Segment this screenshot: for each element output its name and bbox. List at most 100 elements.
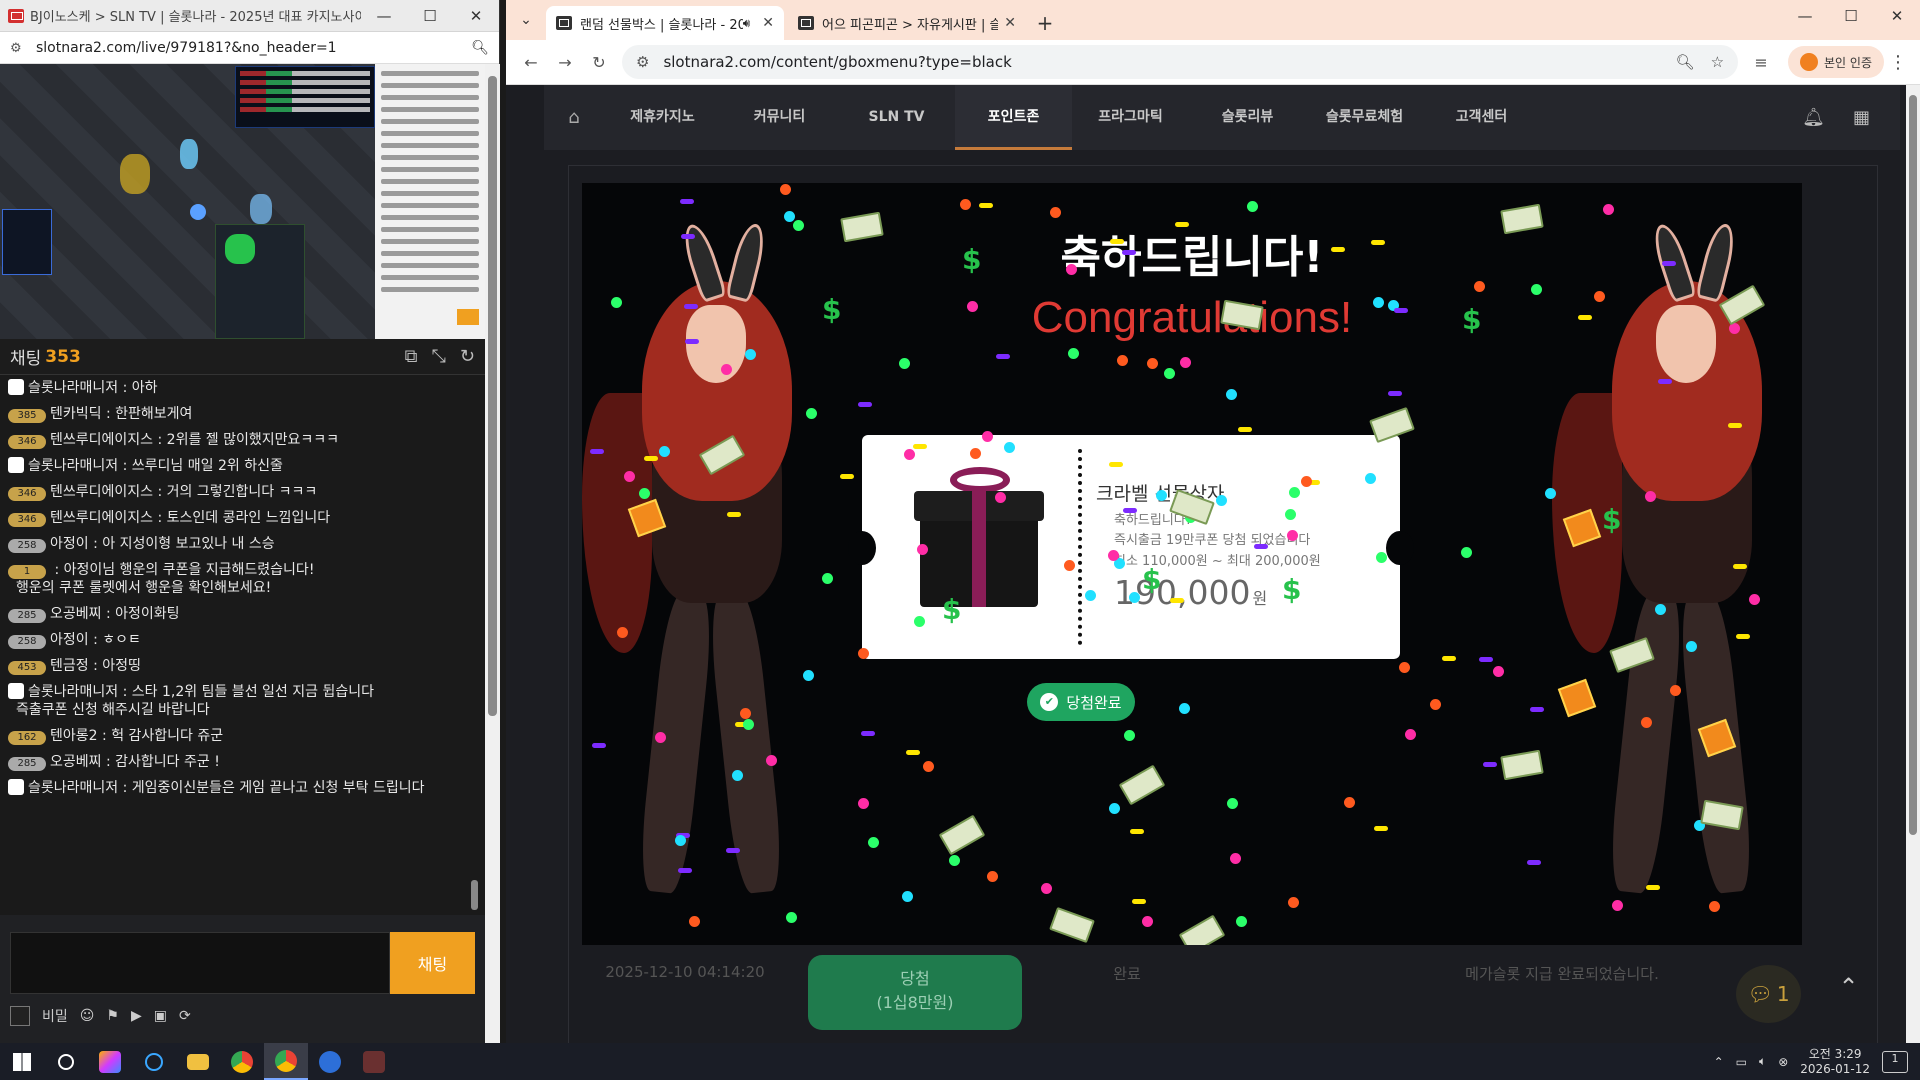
remote-app-icon[interactable] [308, 1043, 352, 1080]
chat-nick[interactable]: 오공베찌 [50, 606, 102, 622]
tab-free-board[interactable]: 어으 피곤피곤 > 자유게시판 | 슬롯나라... ✕ [788, 6, 1026, 40]
bookmark-star-icon[interactable]: ☆ [1711, 53, 1724, 71]
site-info-icon[interactable]: ⚙ [636, 53, 649, 71]
chat-scrollbar[interactable] [470, 375, 480, 915]
shrink-icon[interactable]: ⤡ [432, 346, 446, 367]
chat-nick[interactable]: 텐쓰루디에이지스 [50, 484, 153, 500]
maximize-button[interactable]: ☐ [407, 0, 453, 32]
new-tab-button[interactable]: + [1030, 6, 1060, 40]
popout-icon[interactable]: ⧉ [405, 346, 418, 367]
tab-close-icon[interactable]: ✕ [762, 15, 774, 31]
confetti-dot [681, 233, 696, 239]
confetti-dot [1174, 221, 1189, 227]
bell-icon[interactable]: 🔔︎ [1802, 107, 1825, 128]
page-url[interactable]: slotnara2.com/content/gboxmenu?type=blac… [663, 53, 1659, 71]
game-app-icon[interactable] [352, 1043, 396, 1080]
left-page-scrollbar[interactable] [485, 64, 500, 1043]
chat-nick[interactable]: 텐쓰루디에이지스 [50, 432, 153, 448]
right-page-scrollbar[interactable] [1906, 85, 1920, 1043]
youtube-icon[interactable]: ▶ [131, 1008, 142, 1024]
zoom-icon[interactable]: 🔍︎ [1676, 53, 1695, 71]
copilot-icon[interactable] [88, 1043, 132, 1080]
history-win-badge[interactable]: 당첨 (1십8만원) [808, 955, 1022, 1030]
home-icon[interactable]: ⌂ [544, 107, 604, 128]
nav-item[interactable]: 슬롯리뷰 [1189, 85, 1306, 150]
chat-header: 채팅 353 ⧉ ⤡ ↻ [0, 339, 485, 375]
tv-icon [556, 16, 572, 30]
maximize-button[interactable]: ☐ [1828, 0, 1874, 32]
confetti-dot [1526, 859, 1541, 865]
tab-random-giftbox[interactable]: 랜덤 선물박스 | 슬롯나라 - 2025년 대... 🔊︎ ✕ [546, 6, 784, 40]
chat-input[interactable] [10, 932, 390, 994]
volume-icon[interactable]: 🔈︎ [1759, 1054, 1766, 1069]
start-icon[interactable] [0, 1043, 44, 1080]
scroll-top-icon[interactable]: ⌃ [1826, 965, 1871, 1010]
tab-close-icon[interactable]: ✕ [1004, 15, 1016, 31]
grid-menu-icon[interactable]: ▦ [1853, 107, 1870, 128]
menu-icon[interactable]: ⋮ [1884, 52, 1912, 73]
status-icon[interactable]: ⊗ [1778, 1055, 1788, 1069]
tray-chevron-icon[interactable]: ⌃ [1714, 1055, 1724, 1069]
confetti-dot [1669, 684, 1681, 696]
site-info-icon[interactable]: ⚙ [10, 41, 24, 56]
back-icon[interactable]: ← [514, 53, 548, 72]
reload-icon[interactable]: ↻ [582, 53, 616, 72]
left-url[interactable]: slotnara2.com/live/979181?&no_header=1 [36, 40, 471, 56]
emoji-icon[interactable]: ☺ [80, 1008, 95, 1024]
chat-nick[interactable]: 텐카빅딕 [50, 406, 102, 422]
folder-icon[interactable] [176, 1043, 220, 1080]
refresh-icon[interactable]: ↻ [460, 346, 475, 367]
nav-item[interactable]: 슬롯무료체험 [1306, 85, 1423, 150]
taskbar: ⌃ ▭ 🔈︎ ⊗ 오전 3:29 2026-01-12 1 [0, 1043, 1920, 1080]
chat-send-button[interactable]: 채팅 [390, 932, 475, 994]
chat-nick[interactable]: 텐아롱2 [50, 728, 98, 744]
network-icon[interactable]: ▭ [1736, 1055, 1747, 1069]
nav-item[interactable]: 포인트존 [955, 85, 1072, 150]
chat-nick[interactable]: 슬롯나라매니저 [28, 780, 118, 796]
zoom-icon[interactable]: 🔍︎ [471, 40, 489, 56]
profile-button[interactable]: 본인 인증 [1788, 46, 1884, 78]
confetti-dot [857, 797, 869, 809]
floating-chat-button[interactable]: 💬︎ 1 [1736, 965, 1801, 1023]
minimize-button[interactable]: — [361, 0, 407, 32]
nav-item[interactable]: 제휴카지노 [604, 85, 721, 150]
confetti-dot [1735, 633, 1750, 639]
close-button[interactable]: ✕ [453, 0, 499, 32]
forward-icon[interactable]: → [548, 53, 582, 72]
reading-list-icon[interactable]: ≡ [1744, 53, 1778, 72]
chat-nick[interactable]: 슬롯나라매니저 [28, 458, 118, 474]
stream-video[interactable] [0, 64, 485, 339]
nav-item[interactable]: SLN TV [838, 85, 955, 150]
chat-nick[interactable]: 아정이 [50, 632, 89, 648]
flag-icon[interactable]: ⚑ [106, 1008, 119, 1024]
chat-message-list[interactable]: 슬롯나라매니저 : 아하 385 텐카빅딕 : 한판해보게여 346 텐쓰루디에이지스 … [0, 375, 485, 915]
tab-search-icon[interactable]: ⌄ [506, 0, 546, 40]
chat-nick[interactable]: 텐금정 [50, 658, 89, 674]
chrome-icon[interactable] [220, 1043, 264, 1080]
reload-icon[interactable]: ⟳ [179, 1008, 191, 1024]
search-icon[interactable] [44, 1043, 88, 1080]
chat-nick[interactable]: 슬롯나라매니저 [28, 684, 118, 700]
c-app-icon[interactable] [132, 1043, 176, 1080]
secret-checkbox[interactable] [10, 1006, 30, 1026]
chat-nick[interactable]: 아정이 [50, 536, 89, 552]
chrome-active-icon[interactable] [264, 1043, 308, 1080]
close-button[interactable]: ✕ [1874, 0, 1920, 32]
win-complete-button[interactable]: ✔ 당첨완료 [1027, 683, 1135, 721]
image-icon[interactable]: ▣ [154, 1008, 167, 1024]
nav-item[interactable]: 프라그마틱 [1072, 85, 1189, 150]
confetti-dot [779, 183, 791, 195]
chat-nick[interactable]: 오공베찌 [50, 754, 102, 770]
chat-nick[interactable]: 텐쓰루디에이지스 [50, 510, 153, 526]
confetti-dot [1129, 828, 1144, 834]
confetti-dot [745, 348, 757, 360]
left-address-bar[interactable]: ⚙ slotnara2.com/live/979181?&no_header=1… [0, 32, 499, 64]
address-bar[interactable]: ⚙ slotnara2.com/content/gboxmenu?type=bl… [622, 45, 1739, 79]
nav-item[interactable]: 커뮤니티 [721, 85, 838, 150]
notification-icon[interactable]: 1 [1882, 1050, 1908, 1073]
audio-icon[interactable]: 🔊︎ [743, 16, 751, 31]
minimize-button[interactable]: — [1782, 0, 1828, 32]
nav-item[interactable]: 고객센터 [1423, 85, 1540, 150]
chat-nick[interactable]: 슬롯나라매니저 [28, 380, 118, 396]
clock[interactable]: 오전 3:29 2026-01-12 [1800, 1047, 1870, 1077]
